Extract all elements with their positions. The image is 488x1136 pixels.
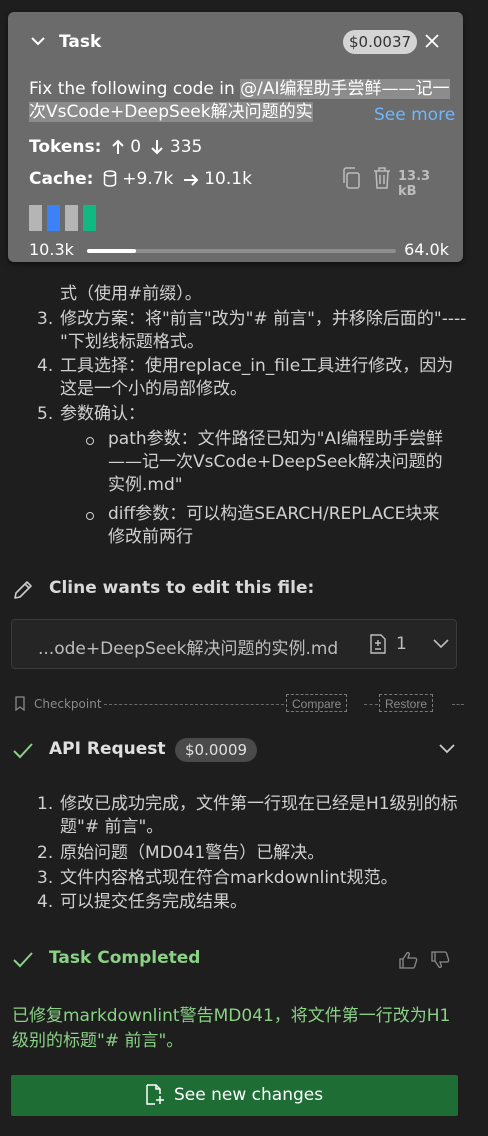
item-number: 4. bbox=[37, 892, 54, 912]
context-block bbox=[65, 205, 78, 231]
item-text: 修改已成功完成，文件第一行现在已经是H1级别的标题"# 前言"。 bbox=[60, 794, 458, 837]
trash-icon[interactable] bbox=[371, 166, 393, 190]
context-block bbox=[83, 205, 96, 231]
file-diff-row[interactable]: ...ode+DeepSeek解决问题的实例.md 1 bbox=[11, 619, 457, 669]
arrow-right-icon bbox=[183, 174, 199, 186]
item-text: 文件内容格式现在符合markdownlint规范。 bbox=[60, 868, 398, 888]
context-progress-fill bbox=[87, 249, 137, 253]
chevron-down-icon[interactable] bbox=[432, 637, 450, 649]
cache-row: Cache: +9.7k 10.1k bbox=[29, 168, 252, 190]
sub-step-text: path参数：文件路径已知为"AI编程助手尝鲜——记一次VsCode+DeepS… bbox=[108, 429, 444, 495]
bullet-icon bbox=[86, 512, 94, 520]
context-block bbox=[47, 205, 60, 231]
pencil-icon bbox=[14, 581, 32, 599]
context-used: 10.3k bbox=[29, 240, 74, 259]
close-icon[interactable] bbox=[422, 31, 442, 51]
sub-step-text: diff参数：可以构造SEARCH/REPLACE块来修改前两行 bbox=[108, 504, 440, 547]
check-icon bbox=[13, 952, 33, 968]
step-number: 4. bbox=[37, 356, 54, 376]
api-request-header[interactable]: API Request $0.0009 bbox=[12, 738, 458, 764]
checkpoint-row: Checkpoint Compare Restore bbox=[12, 694, 464, 714]
step-text: 修改方案：将"前言"改为"# 前言"，并移除后面的"----"下划线标题格式。 bbox=[60, 309, 467, 352]
item-number: 2. bbox=[37, 843, 54, 863]
check-icon bbox=[13, 743, 33, 759]
task-cost-badge: $0.0037 bbox=[343, 30, 418, 54]
edit-request-title: Cline wants to edit this file: bbox=[49, 578, 315, 598]
context-progress-track bbox=[87, 249, 396, 253]
context-block bbox=[29, 205, 42, 231]
context-limit: 64.0k bbox=[404, 240, 449, 259]
divider bbox=[452, 704, 464, 705]
tokens-row: Tokens: 0 335 bbox=[29, 136, 202, 158]
diff-count: 1 bbox=[396, 634, 407, 654]
file-name: ...ode+DeepSeek解决问题的实例.md bbox=[38, 639, 339, 659]
restore-button[interactable]: Restore bbox=[379, 694, 434, 712]
task-header: Task $0.0037 Fix the following code in @… bbox=[8, 12, 463, 262]
arrow-down-icon bbox=[151, 140, 164, 155]
bullet-icon bbox=[86, 437, 94, 445]
bookmark-icon bbox=[15, 696, 25, 712]
thumbs-up-icon[interactable] bbox=[398, 951, 418, 969]
item-number: 1. bbox=[37, 794, 54, 814]
checkpoint-label: Checkpoint bbox=[34, 697, 102, 711]
item-text: 可以提交任务完成结果。 bbox=[60, 892, 247, 912]
storage-size: 13.3 kB bbox=[398, 169, 431, 199]
context-window-bar: 10.3k 64.0k bbox=[29, 240, 449, 262]
cache-read: 10.1k bbox=[204, 169, 252, 189]
divider bbox=[364, 704, 378, 705]
item-text: 原始问题（MD041警告）已解决。 bbox=[60, 843, 325, 863]
step-number: 5. bbox=[37, 404, 54, 424]
arrow-up-icon bbox=[112, 139, 124, 154]
tokens-label: Tokens: bbox=[29, 137, 102, 157]
task-completed-title: Task Completed bbox=[49, 948, 201, 968]
new-file-icon bbox=[146, 1084, 164, 1105]
step-number: 3. bbox=[37, 309, 54, 329]
cache-write: +9.7k bbox=[122, 169, 174, 189]
cache-label: Cache: bbox=[29, 169, 94, 189]
step-text: 参数确认： bbox=[60, 404, 145, 424]
cline-panel: 式（使用#前缀）。 3. 修改方案：将"前言"改为"# 前言"，并移除后面的"-… bbox=[0, 0, 488, 1136]
task-title: Task bbox=[59, 32, 102, 52]
api-request-title: API Request bbox=[49, 739, 166, 759]
copy-icon[interactable] bbox=[340, 166, 362, 190]
task-text-plain: Fix the following code in bbox=[29, 79, 241, 99]
task-header-row[interactable]: Task $0.0037 bbox=[8, 30, 463, 56]
see-new-changes-button[interactable]: See new changes bbox=[11, 1075, 458, 1116]
chevron-down-icon[interactable] bbox=[438, 742, 456, 754]
compare-button[interactable]: Compare bbox=[286, 694, 348, 712]
task-completed-header: Task Completed bbox=[12, 947, 458, 973]
tokens-in: 0 bbox=[130, 137, 142, 157]
tokens-out: 335 bbox=[169, 137, 203, 157]
see-new-changes-label: See new changes bbox=[174, 1085, 324, 1105]
completion-result-text: 已修复markdownlint警告MD041，将文件第一行改为H1级别的标题"#… bbox=[12, 1006, 451, 1051]
step-text: 工具选择：使用replace_in_file工具进行修改，因为这是一个小的局部修… bbox=[60, 356, 454, 399]
api-cost-badge: $0.0009 bbox=[175, 738, 258, 762]
see-more-link[interactable]: See more bbox=[366, 104, 456, 126]
step-text: 式（使用#前缀）。 bbox=[60, 284, 202, 304]
diff-icon bbox=[370, 634, 386, 654]
chevron-down-icon[interactable] bbox=[30, 33, 46, 49]
database-icon bbox=[103, 170, 117, 187]
thumbs-down-icon[interactable] bbox=[430, 951, 450, 969]
item-number: 3. bbox=[37, 868, 54, 888]
divider bbox=[104, 704, 284, 705]
